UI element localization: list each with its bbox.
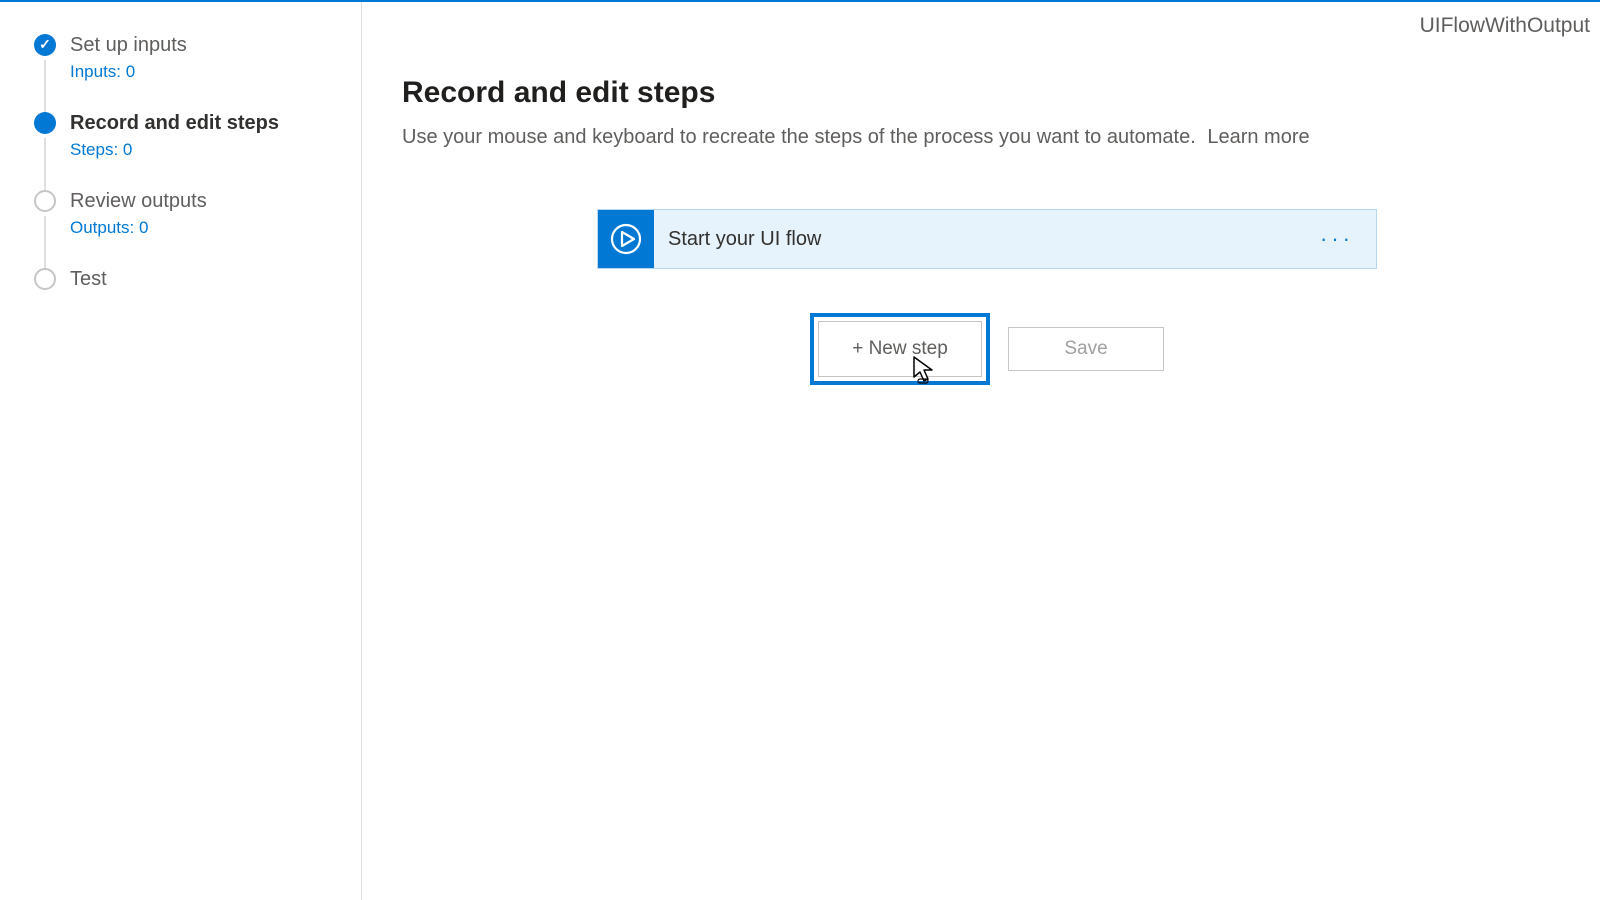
connector-line <box>44 60 46 116</box>
action-buttons-row: + New step Save <box>402 313 1572 385</box>
more-options-icon[interactable]: ··· <box>1298 226 1376 252</box>
step-title: Review outputs <box>70 188 207 214</box>
current-step-dot-icon <box>34 112 56 134</box>
new-step-label: + New step <box>852 338 948 360</box>
connector-line <box>44 138 46 194</box>
step-title: Test <box>70 266 107 292</box>
learn-more-link[interactable]: Learn more <box>1207 126 1309 148</box>
play-circle-icon <box>598 210 654 268</box>
step-subtitle[interactable]: Steps: 0 <box>70 140 279 160</box>
page-description: Use your mouse and keyboard to recreate … <box>402 126 1572 149</box>
pending-step-circle-icon <box>34 190 56 212</box>
new-step-button[interactable]: + New step <box>810 313 990 385</box>
wizard-sidebar: Set up inputs Inputs: 0 Record and edit … <box>0 2 362 900</box>
sidebar-item-test[interactable]: Test <box>34 266 361 292</box>
pending-step-circle-icon <box>34 268 56 290</box>
sidebar-item-review-outputs[interactable]: Review outputs Outputs: 0 <box>34 188 361 238</box>
description-text: Use your mouse and keyboard to recreate … <box>402 126 1196 148</box>
step-subtitle[interactable]: Inputs: 0 <box>70 62 187 82</box>
main-content: UIFlowWithOutput Record and edit steps U… <box>362 2 1600 900</box>
flow-name-label: UIFlowWithOutput <box>1420 14 1590 38</box>
page-title: Record and edit steps <box>402 76 1572 110</box>
save-button[interactable]: Save <box>1008 327 1164 371</box>
connector-line <box>44 216 46 272</box>
layout: Set up inputs Inputs: 0 Record and edit … <box>0 2 1600 900</box>
save-label: Save <box>1064 338 1107 360</box>
card-label: Start your UI flow <box>668 228 1298 251</box>
check-icon <box>34 34 56 56</box>
start-flow-card[interactable]: Start your UI flow ··· <box>597 209 1377 269</box>
step-title: Record and edit steps <box>70 110 279 136</box>
step-subtitle[interactable]: Outputs: 0 <box>70 218 207 238</box>
sidebar-item-setup-inputs[interactable]: Set up inputs Inputs: 0 <box>34 32 361 82</box>
step-title: Set up inputs <box>70 32 187 58</box>
sidebar-item-record-edit[interactable]: Record and edit steps Steps: 0 <box>34 110 361 160</box>
